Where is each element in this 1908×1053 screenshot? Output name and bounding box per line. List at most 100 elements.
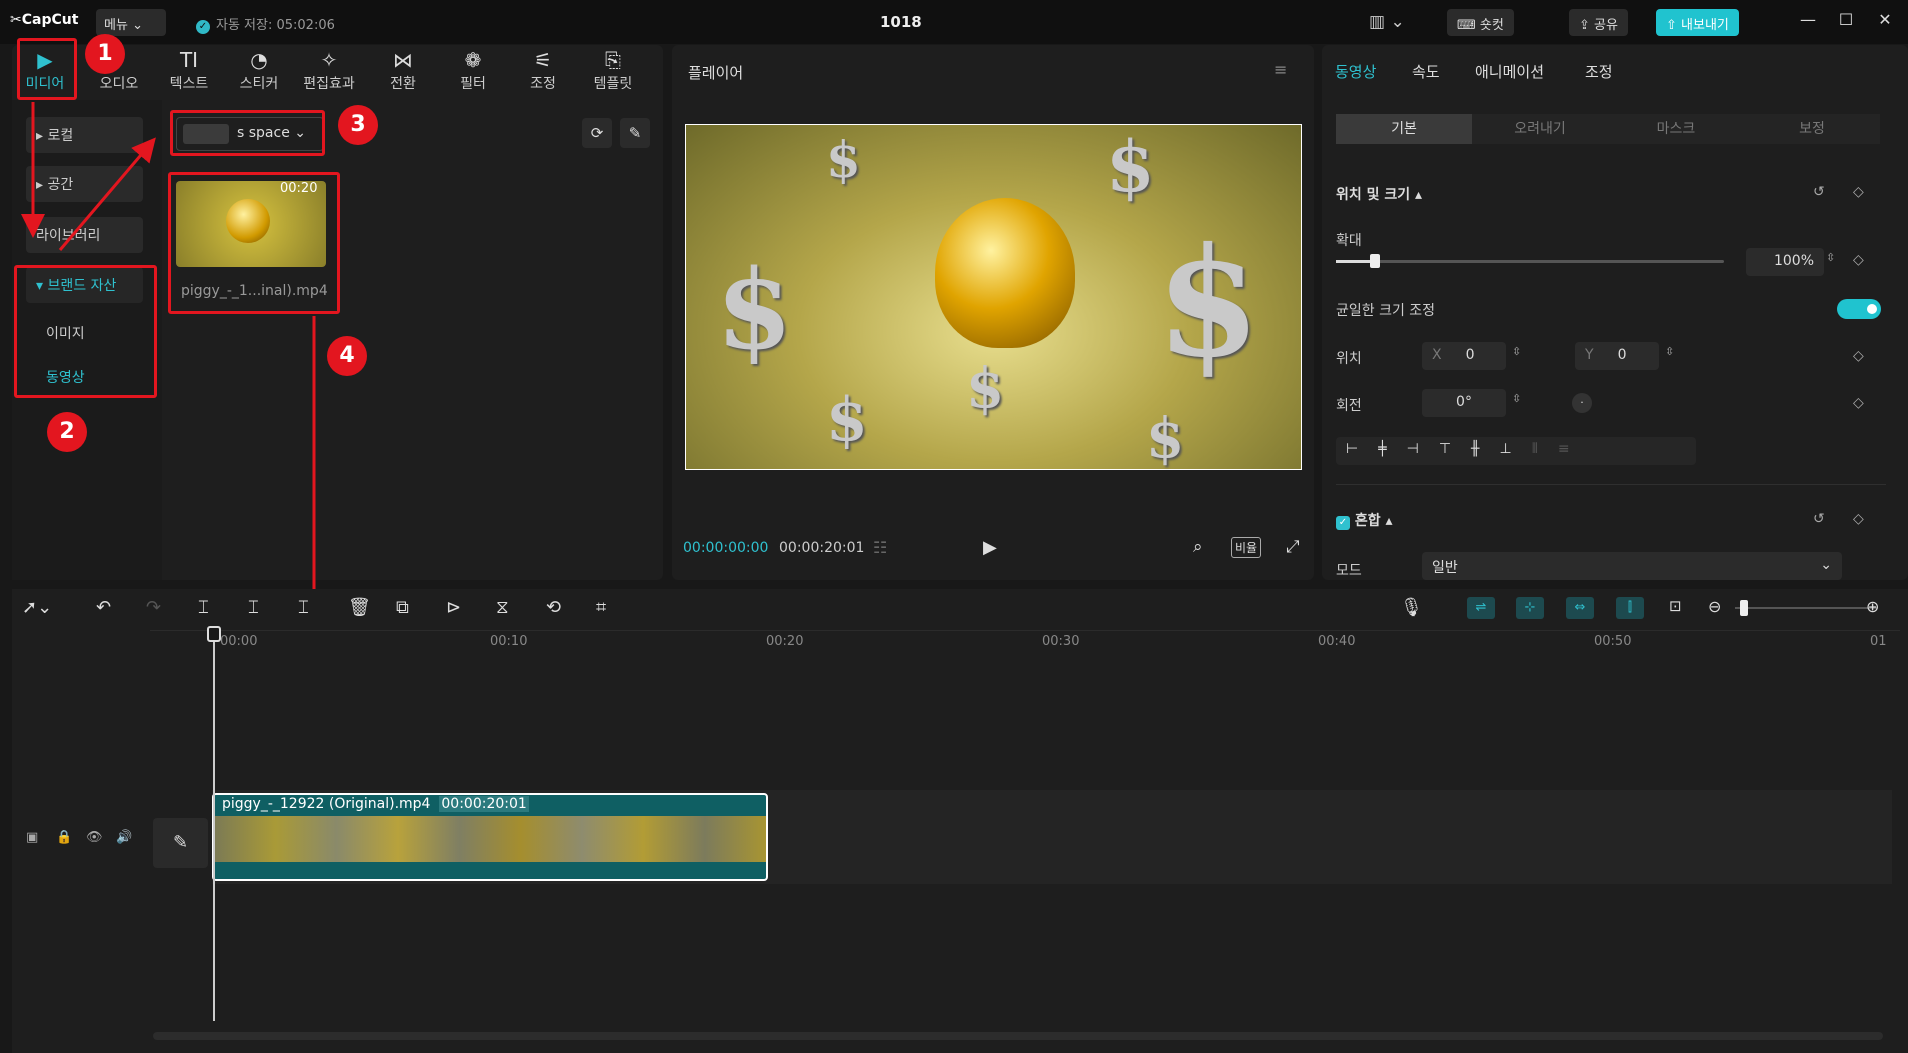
position-y-field[interactable]: Y0: [1575, 342, 1659, 370]
x-value: 0: [1465, 347, 1475, 363]
rotation-field[interactable]: 0°: [1422, 389, 1506, 417]
reset-icon[interactable]: ↺: [1813, 511, 1825, 527]
uniform-scale-toggle[interactable]: [1837, 299, 1881, 319]
mode-select[interactable]: 일반 ⌄: [1422, 552, 1842, 580]
scale-slider[interactable]: [1336, 254, 1724, 268]
current-time: 00:00:00:00: [683, 540, 769, 556]
rotation-dial[interactable]: ·: [1572, 393, 1592, 413]
split-right-icon[interactable]: ⌶: [298, 597, 309, 618]
align-middle-icon[interactable]: ╫: [1471, 441, 1499, 457]
play-icon[interactable]: ▶: [983, 537, 997, 558]
crop-icon[interactable]: ⌗: [596, 597, 606, 618]
cover-edit-icon[interactable]: ✎: [153, 818, 208, 868]
piggy-bank-image: [935, 198, 1075, 348]
align-right-icon[interactable]: ⊣: [1407, 441, 1439, 457]
segment-cutout[interactable]: 오려내기: [1472, 114, 1608, 144]
scale-label: 확대: [1336, 233, 1362, 249]
segment-retouch[interactable]: 보정: [1744, 114, 1880, 144]
keyframe-icon[interactable]: ◇: [1853, 184, 1864, 200]
eye-icon[interactable]: 👁: [86, 830, 103, 845]
keyframe-icon[interactable]: ◇: [1853, 395, 1864, 411]
x-label: X: [1432, 347, 1442, 363]
zoom-out-icon[interactable]: ⊖: [1708, 597, 1721, 616]
playhead-handle[interactable]: [207, 626, 221, 642]
keyframe-icon[interactable]: ◇: [1853, 348, 1864, 364]
chevron-down-icon: ⌄: [1820, 557, 1832, 573]
scale-value-field[interactable]: 100%: [1746, 248, 1824, 276]
player-title: 플레이어: [688, 64, 744, 82]
distribute-h-icon[interactable]: ⦀: [1532, 441, 1558, 457]
mode-value: 일반: [1432, 560, 1458, 576]
split-preview-icon[interactable]: ⫿: [1616, 597, 1644, 619]
distribute-v-icon[interactable]: ≡: [1558, 441, 1590, 457]
align-center-icon[interactable]: ╪: [1378, 441, 1406, 457]
delete-icon[interactable]: 🗑: [348, 597, 371, 618]
keyframe-icon[interactable]: ◇: [1853, 511, 1864, 527]
ruler[interactable]: [150, 630, 1900, 631]
reverse-play-icon[interactable]: ⊳: [446, 597, 461, 618]
position-x-field[interactable]: X0: [1422, 342, 1506, 370]
microphone-icon[interactable]: 🎙: [1400, 597, 1423, 618]
clip-label: piggy_-_12922 (Original).mp4 00:00:20:01: [222, 796, 529, 812]
mode-label: 모드: [1336, 563, 1362, 579]
blend-checkbox[interactable]: ✓: [1336, 516, 1350, 530]
divider: [1336, 484, 1886, 485]
stepper-icon[interactable]: ⇳: [1826, 251, 1835, 264]
preview-axis-icon[interactable]: ⊡: [1669, 597, 1682, 615]
tab-speed[interactable]: 속도: [1412, 61, 1440, 82]
rotation-label: 회전: [1336, 398, 1362, 414]
position-label: 위치: [1336, 351, 1362, 367]
total-time: 00:00:20:01: [779, 540, 865, 556]
segment-basic[interactable]: 기본: [1336, 114, 1472, 144]
position-size-heading[interactable]: 위치 및 크기 ▴: [1336, 184, 1422, 204]
undo-icon[interactable]: ↶: [96, 597, 111, 618]
dollar-sign-image: $: [826, 385, 868, 455]
lock-icon[interactable]: 🔒: [56, 830, 72, 845]
dollar-sign-image: $: [1146, 405, 1185, 470]
split-left-icon[interactable]: ⌶: [248, 597, 259, 618]
link-icon[interactable]: ⇌: [1467, 597, 1495, 619]
magnet-icon[interactable]: ⊹: [1516, 597, 1544, 619]
stepper-icon[interactable]: ⇳: [1512, 392, 1521, 405]
snap-icon[interactable]: ⇔: [1566, 597, 1594, 619]
ruler-tick: 00:40: [1318, 634, 1356, 649]
split-icon[interactable]: ⌶: [198, 597, 209, 618]
align-bottom-icon[interactable]: ⊥: [1499, 441, 1531, 457]
zoom-fit-icon[interactable]: ⌕: [1193, 537, 1203, 557]
align-top-icon[interactable]: ⊤: [1439, 441, 1471, 457]
stepper-icon[interactable]: ⇳: [1665, 345, 1674, 358]
mirror-icon[interactable]: ⧖: [496, 597, 509, 618]
blend-heading[interactable]: ✓ 혼합 ▴: [1336, 510, 1393, 530]
tab-video[interactable]: 동영상: [1335, 61, 1376, 82]
segment-mask[interactable]: 마스크: [1608, 114, 1744, 144]
zoom-slider-handle[interactable]: [1740, 600, 1748, 616]
track-video-icon[interactable]: ▣: [26, 830, 38, 845]
ruler-tick: 00:10: [490, 634, 528, 649]
align-left-icon[interactable]: ⊢: [1346, 441, 1378, 457]
ruler-tick: 00:30: [1042, 634, 1080, 649]
zoom-in-icon[interactable]: ⊕: [1866, 597, 1879, 616]
zoom-slider[interactable]: [1735, 607, 1877, 609]
hamburger-icon[interactable]: ≡: [1274, 60, 1287, 79]
redo-icon[interactable]: ↷: [146, 597, 161, 618]
tab-animation[interactable]: 애니메이션: [1475, 61, 1544, 82]
align-toolbar[interactable]: ⊢╪⊣⊤╫⊥⦀≡: [1336, 437, 1696, 465]
reset-icon[interactable]: ↺: [1813, 184, 1825, 200]
dollar-sign-image: $: [1106, 125, 1155, 208]
fullscreen-icon[interactable]: ⤢: [1286, 537, 1300, 557]
section-title: 혼합: [1354, 513, 1381, 529]
freeze-icon[interactable]: ⧉: [396, 597, 409, 618]
select-tool-icon[interactable]: ➚⌄: [22, 597, 52, 618]
rotate-icon[interactable]: ⟲: [546, 597, 561, 618]
keyframe-icon[interactable]: ◇: [1853, 252, 1864, 268]
scale-fill: [1336, 260, 1375, 263]
playhead[interactable]: [213, 628, 215, 1021]
stepper-icon[interactable]: ⇳: [1512, 345, 1521, 358]
grid-icon[interactable]: ☷: [873, 538, 887, 557]
timeline-scrollbar[interactable]: [153, 1032, 1883, 1040]
volume-icon[interactable]: 🔊: [116, 830, 132, 845]
tab-adjust[interactable]: 조정: [1585, 61, 1613, 82]
scale-slider-handle[interactable]: [1369, 254, 1380, 268]
section-title: 위치 및 크기: [1336, 187, 1411, 203]
ratio-button[interactable]: 비율: [1231, 537, 1262, 558]
